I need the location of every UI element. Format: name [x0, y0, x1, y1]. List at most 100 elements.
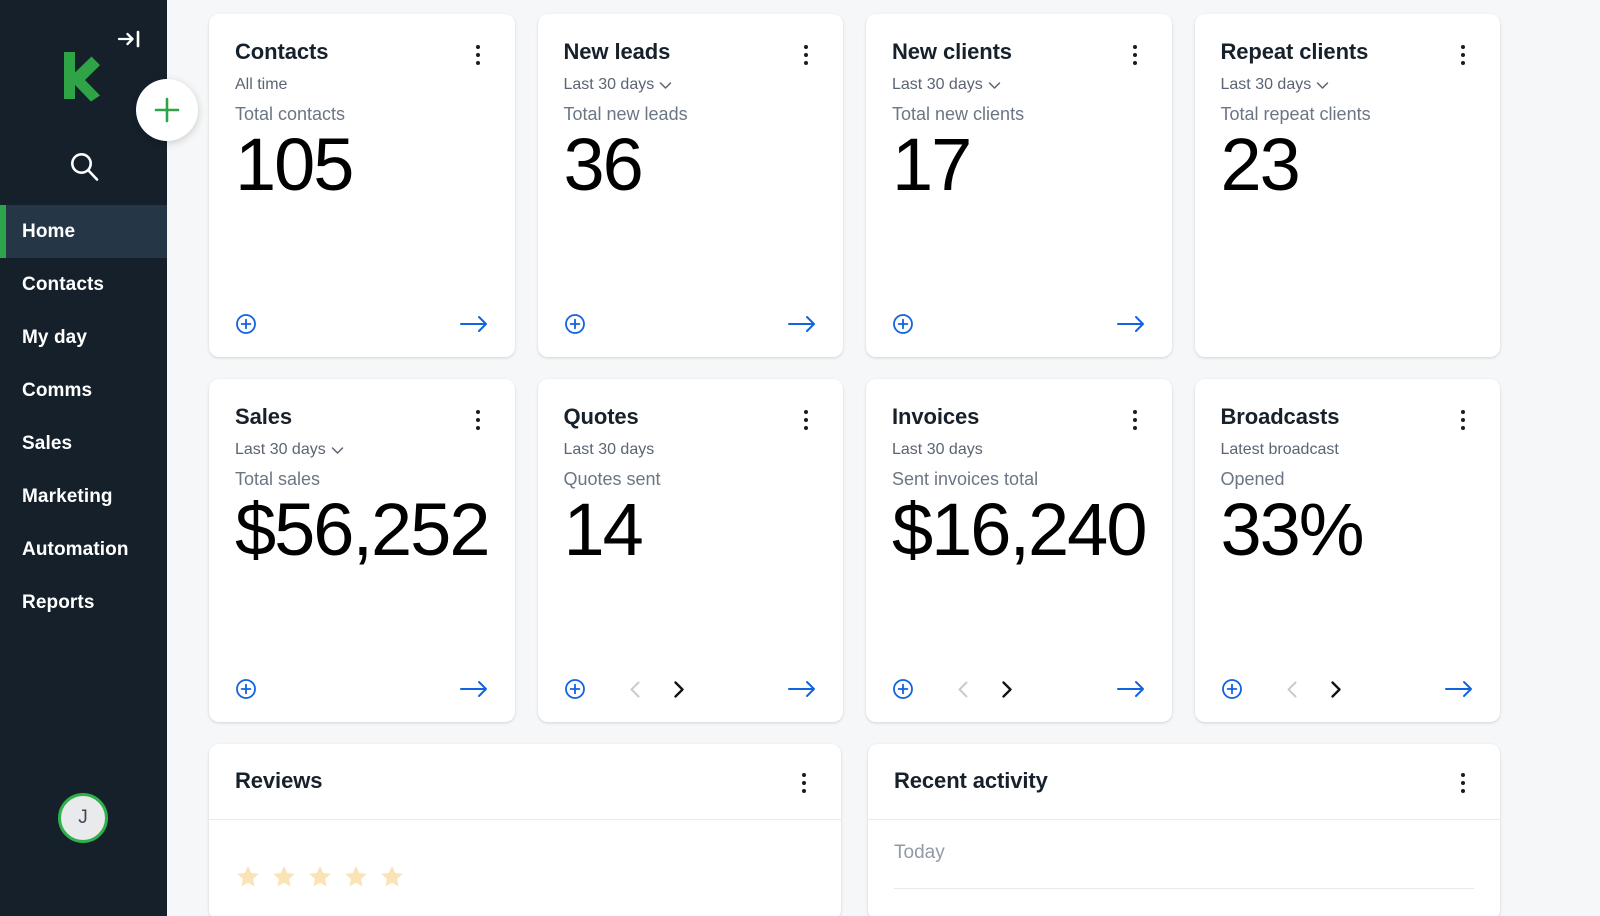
card-title: New leads	[564, 40, 671, 64]
dashboard-main: Contacts All time Total contacts 105	[167, 0, 1600, 916]
card-menu-icon[interactable]	[1452, 407, 1474, 433]
sidebar-item-automation[interactable]: Automation	[0, 523, 167, 576]
card-menu-icon[interactable]	[795, 407, 817, 433]
card-menu-icon[interactable]	[795, 42, 817, 68]
card-value: $16,240	[892, 492, 1146, 567]
card-menu-icon[interactable]	[793, 770, 815, 796]
go-to-invoices-arrow-icon[interactable]	[1116, 679, 1146, 699]
card-metric-label: Total new leads	[564, 104, 818, 125]
pagination-next-icon[interactable]	[1001, 681, 1012, 698]
pagination-next-icon[interactable]	[1330, 681, 1341, 698]
panels-row: Reviews Recent activity	[209, 744, 1500, 916]
card-header: Quotes	[564, 405, 818, 433]
card-quotes: Quotes Last 30 days Quotes sent 14	[538, 379, 844, 722]
card-value: 14	[564, 492, 818, 567]
card-period-dropdown[interactable]: Last 30 days	[235, 441, 489, 459]
card-value: 23	[1221, 127, 1475, 202]
go-to-quotes-arrow-icon[interactable]	[787, 679, 817, 699]
card-period-dropdown[interactable]: Last 30 days	[564, 76, 818, 94]
sidebar-item-reports[interactable]: Reports	[0, 576, 167, 629]
chevron-down-icon	[988, 81, 1001, 90]
card-title: Sales	[235, 405, 292, 429]
card-period-text: Last 30 days	[892, 441, 983, 459]
sidebar: Home Contacts My day Comms Sales Marketi…	[0, 0, 167, 916]
card-period-text: Last 30 days	[1221, 76, 1312, 94]
card-menu-icon[interactable]	[1452, 770, 1474, 796]
pagination-prev-icon[interactable]	[630, 681, 641, 698]
add-contact-icon[interactable]	[235, 313, 257, 335]
sidebar-item-marketing[interactable]: Marketing	[0, 470, 167, 523]
add-lead-icon[interactable]	[564, 313, 586, 335]
app-root: Home Contacts My day Comms Sales Marketi…	[0, 0, 1600, 916]
avatar[interactable]: J	[58, 793, 108, 843]
card-footer	[564, 313, 818, 335]
card-menu-icon[interactable]	[467, 42, 489, 68]
card-repeat-clients: Repeat clients Last 30 days Total repeat…	[1195, 14, 1501, 357]
add-new-button[interactable]	[136, 79, 198, 141]
sidebar-item-sales[interactable]: Sales	[0, 417, 167, 470]
pagination-prev-icon[interactable]	[958, 681, 969, 698]
go-to-clients-arrow-icon[interactable]	[1116, 314, 1146, 334]
add-sale-icon[interactable]	[235, 678, 257, 700]
card-period-text: Last 30 days	[892, 76, 983, 94]
rating-stars	[235, 864, 815, 890]
card-menu-icon[interactable]	[467, 407, 489, 433]
card-value: 105	[235, 127, 489, 202]
sidebar-item-label: Home	[22, 221, 75, 243]
card-title: Recent activity	[894, 769, 1048, 793]
card-header: Reviews	[209, 744, 841, 820]
card-menu-icon[interactable]	[1124, 407, 1146, 433]
sidebar-item-contacts[interactable]: Contacts	[0, 258, 167, 311]
sidebar-item-home[interactable]: Home	[0, 205, 167, 258]
star-icon	[379, 864, 405, 890]
card-header: Broadcasts	[1221, 405, 1475, 433]
add-client-icon[interactable]	[892, 313, 914, 335]
card-period-label: Last 30 days	[564, 441, 818, 459]
card-header: Recent activity	[868, 744, 1500, 820]
chevron-down-icon	[331, 446, 344, 455]
card-period-dropdown[interactable]: Last 30 days	[1221, 76, 1475, 94]
card-recent-activity: Recent activity Today	[868, 744, 1500, 916]
sidebar-item-label: Comms	[22, 380, 92, 402]
sidebar-item-comms[interactable]: Comms	[0, 364, 167, 417]
card-broadcasts: Broadcasts Latest broadcast Opened 33%	[1195, 379, 1501, 722]
add-invoice-icon[interactable]	[892, 678, 914, 700]
card-title: Reviews	[235, 769, 322, 793]
go-to-sales-arrow-icon[interactable]	[459, 679, 489, 699]
star-icon	[343, 864, 369, 890]
card-value: 33%	[1221, 492, 1475, 567]
go-to-broadcasts-arrow-icon[interactable]	[1444, 679, 1474, 699]
collapse-sidebar-icon[interactable]	[112, 24, 148, 54]
card-menu-icon[interactable]	[1124, 42, 1146, 68]
card-header: Contacts	[235, 40, 489, 68]
add-quote-icon[interactable]	[564, 678, 586, 700]
sidebar-item-label: My day	[22, 327, 87, 349]
star-icon	[271, 864, 297, 890]
card-value: $56,252	[235, 492, 489, 567]
star-icon	[235, 864, 261, 890]
card-period-label: Last 30 days	[892, 441, 1146, 459]
activity-day-label: Today	[894, 842, 1474, 864]
keap-arrow-logo[interactable]	[58, 50, 106, 102]
pagination-next-icon[interactable]	[673, 681, 684, 698]
sidebar-item-label: Reports	[22, 592, 95, 614]
sidebar-item-my-day[interactable]: My day	[0, 311, 167, 364]
avatar-initial: J	[78, 807, 88, 829]
pagination-prev-icon[interactable]	[1287, 681, 1298, 698]
card-metric-label: Sent invoices total	[892, 469, 1146, 490]
star-icon	[307, 864, 333, 890]
go-to-contacts-arrow-icon[interactable]	[459, 314, 489, 334]
card-reviews: Reviews	[209, 744, 841, 916]
card-footer	[235, 678, 489, 700]
card-header: New leads	[564, 40, 818, 68]
card-menu-icon[interactable]	[1452, 42, 1474, 68]
go-to-leads-arrow-icon[interactable]	[787, 314, 817, 334]
search-icon[interactable]	[60, 142, 108, 190]
sidebar-nav: Home Contacts My day Comms Sales Marketi…	[0, 205, 167, 629]
card-header: Repeat clients	[1221, 40, 1475, 68]
card-metric-label: Total new clients	[892, 104, 1146, 125]
add-broadcast-icon[interactable]	[1221, 678, 1243, 700]
card-new-leads: New leads Last 30 days Total new leads 3…	[538, 14, 844, 357]
recent-activity-body: Today	[868, 820, 1500, 889]
card-period-dropdown[interactable]: Last 30 days	[892, 76, 1146, 94]
